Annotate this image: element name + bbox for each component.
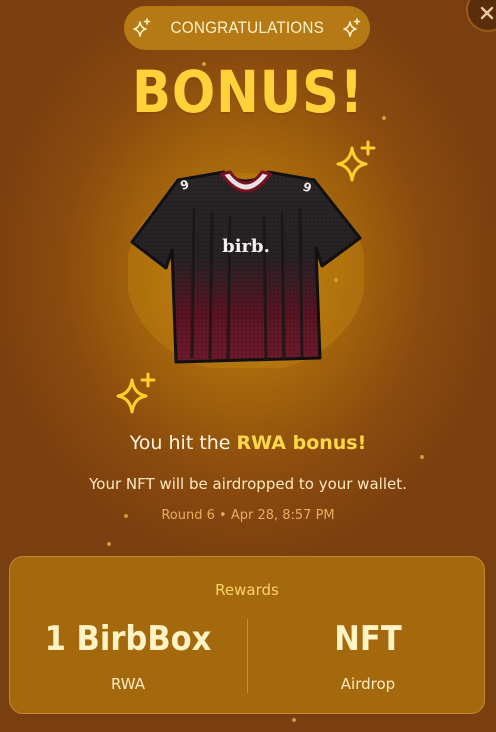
reward-value: 1 BirbBox: [44, 619, 212, 659]
reward-label: Airdrop: [340, 675, 396, 693]
reward-label: RWA: [110, 675, 146, 693]
close-button[interactable]: [466, 0, 496, 32]
sparkle-icon: [116, 372, 156, 414]
sparkle-icon: [132, 18, 151, 37]
result-headline: You hit the RWA bonus!: [0, 432, 496, 454]
jersey-image: 9 9 birb.: [128, 170, 364, 368]
rewards-title: Rewards: [215, 581, 279, 599]
rewards-card: Rewards 1 BirbBox RWA NFT Airdrop: [9, 556, 485, 714]
decorative-dot: [107, 542, 111, 546]
badge-label: CONGRATULATIONS: [170, 18, 324, 37]
sparkle-icon: [343, 18, 361, 37]
congratulations-badge: CONGRATULATIONS: [124, 6, 370, 50]
reward-item: 1 BirbBox RWA: [10, 619, 246, 693]
reward-item: NFT Airdrop: [250, 619, 486, 693]
decorative-dot: [382, 116, 386, 120]
decorative-dot: [420, 455, 424, 459]
page-title: BONUS!: [132, 58, 364, 126]
jersey-logo: birb.: [222, 236, 270, 257]
rewards-divider: [247, 619, 248, 693]
decorative-dot: [292, 718, 296, 722]
round-info: Round 6 • Apr 28, 8:57 PM: [161, 508, 335, 523]
result-subtext: Your NFT will be airdropped to your wall…: [89, 475, 407, 493]
headline-prefix: You hit the: [129, 432, 237, 454]
decorative-dot: [202, 62, 206, 66]
headline-highlight: RWA bonus!: [236, 432, 367, 454]
close-icon: [480, 6, 494, 20]
reward-value: NFT: [334, 619, 402, 659]
